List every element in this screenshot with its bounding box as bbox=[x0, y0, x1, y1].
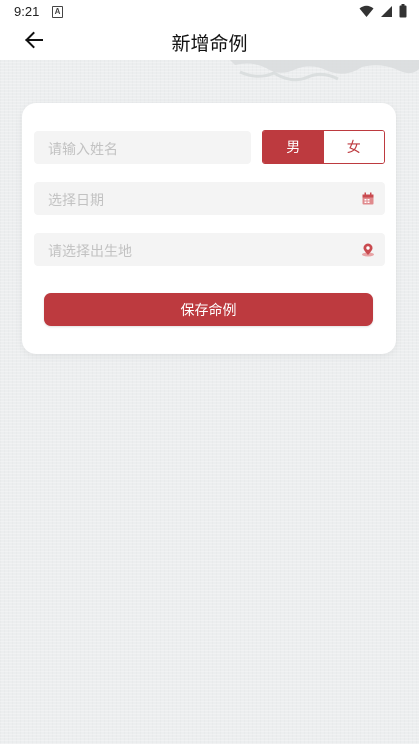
ink-mountain-decoration bbox=[230, 60, 419, 82]
date-placeholder: 选择日期 bbox=[48, 193, 104, 209]
page-title: 新增命例 bbox=[171, 33, 248, 55]
app-header: 新增命例 bbox=[0, 24, 419, 60]
gender-female-option[interactable]: 女 bbox=[323, 131, 384, 163]
location-pin-icon bbox=[361, 242, 375, 257]
birthplace-picker-field[interactable]: 请选择出生地 bbox=[34, 233, 385, 266]
status-bar: 9:21 A bbox=[0, 0, 419, 24]
battery-icon bbox=[399, 4, 407, 22]
name-placeholder: 请输入姓名 bbox=[48, 142, 118, 158]
status-icons bbox=[359, 4, 407, 22]
gender-toggle: 男 女 bbox=[262, 130, 385, 164]
birthplace-placeholder: 请选择出生地 bbox=[48, 244, 132, 260]
calendar-icon bbox=[361, 191, 375, 205]
gender-male-option[interactable]: 男 bbox=[263, 131, 324, 163]
status-time: 9:21 bbox=[14, 4, 40, 19]
save-button[interactable]: 保存命例 bbox=[44, 293, 373, 326]
notification-icon: A bbox=[52, 6, 63, 18]
name-input[interactable]: 请输入姓名 bbox=[34, 131, 251, 164]
date-picker-field[interactable]: 选择日期 bbox=[34, 182, 385, 215]
form-card: 请输入姓名 男 女 选择日期 请选择出生地 保存命例 bbox=[22, 103, 396, 354]
wifi-icon bbox=[359, 5, 374, 22]
signal-icon bbox=[380, 5, 393, 22]
